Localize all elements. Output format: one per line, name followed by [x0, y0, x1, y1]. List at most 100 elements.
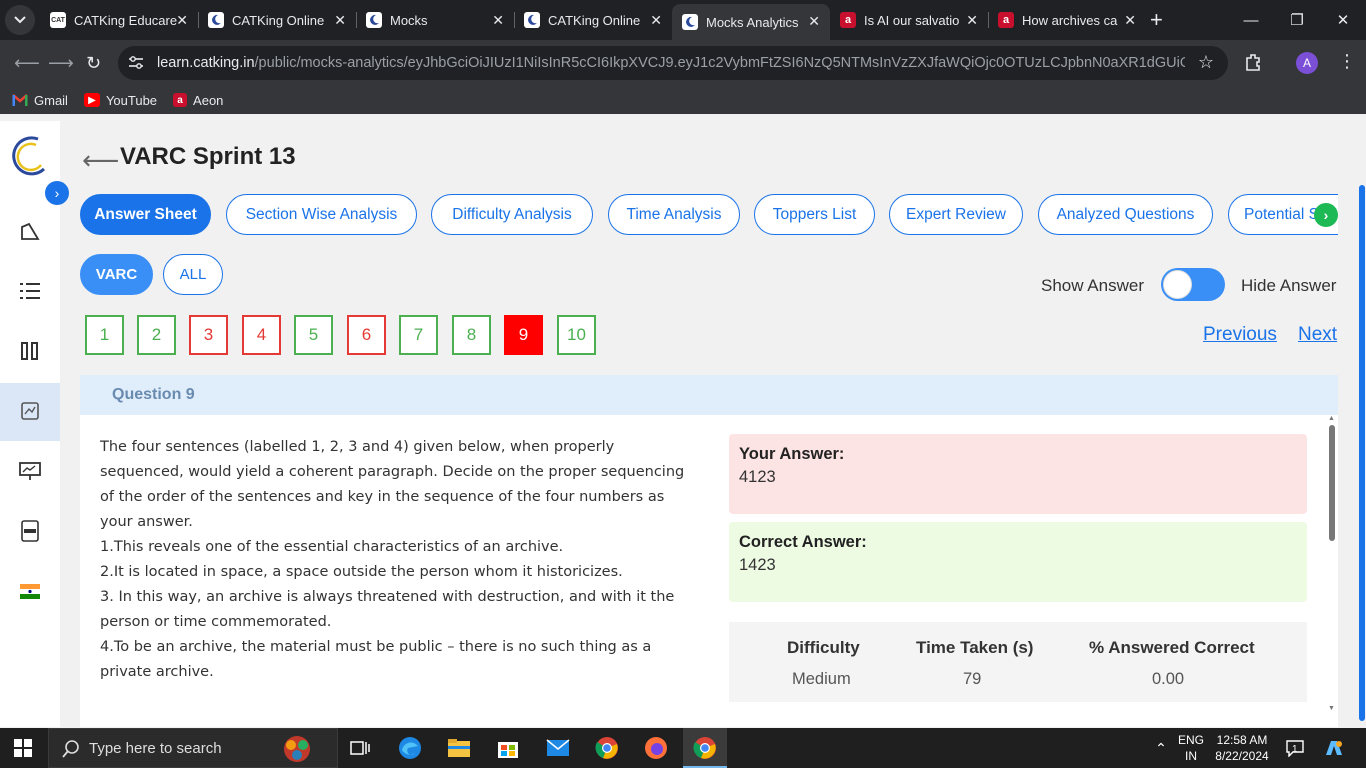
- columns-icon[interactable]: [16, 337, 44, 365]
- scroll-tabs-right-button[interactable]: ›: [1314, 203, 1338, 227]
- question-number-button[interactable]: 10: [557, 315, 596, 355]
- page-title: VARC Sprint 13: [120, 143, 296, 170]
- bookmark-youtube[interactable]: ▶ YouTube: [83, 93, 157, 108]
- chevron-up-icon[interactable]: ⌃: [1152, 728, 1170, 768]
- question-paragraph: The four sentences (labelled 1, 2, 3 and…: [100, 439, 685, 530]
- site-info-icon[interactable]: [127, 55, 145, 71]
- question-panel: The four sentences (labelled 1, 2, 3 and…: [80, 415, 1338, 727]
- tab-title: CATKing Online: [232, 12, 325, 28]
- tab-toppers-list[interactable]: Toppers List: [754, 194, 875, 235]
- page-scrollbar-thumb[interactable]: [1359, 185, 1365, 721]
- answer-toggle[interactable]: [1161, 268, 1225, 301]
- tab-analyzed-questions[interactable]: Analyzed Questions: [1038, 194, 1213, 235]
- browser-tab-active[interactable]: Mocks Analytics ✕: [672, 4, 830, 40]
- minimize-button[interactable]: —: [1228, 0, 1274, 40]
- windows-start-icon[interactable]: [14, 739, 32, 757]
- question-number-button[interactable]: 1: [85, 315, 124, 355]
- close-tab-icon[interactable]: ✕: [334, 12, 346, 29]
- panel-scrollbar-thumb[interactable]: [1329, 425, 1335, 541]
- correct-answer-value: 1423: [739, 556, 776, 574]
- bookmark-aeon[interactable]: a Aeon: [173, 93, 223, 108]
- page-content: › ⟵ VARC Sprint 13 Answer Sheet Section …: [0, 121, 1358, 727]
- clock[interactable]: 12:58 AM 8/22/2024: [1210, 728, 1274, 768]
- previous-link[interactable]: Previous: [1203, 324, 1277, 346]
- mail-icon[interactable]: [545, 736, 571, 760]
- firefox-icon[interactable]: [643, 736, 669, 760]
- tab-expert-review[interactable]: Expert Review: [889, 194, 1023, 235]
- file-explorer-icon[interactable]: [446, 736, 472, 760]
- close-tab-icon[interactable]: ✕: [808, 13, 820, 30]
- question-number-button[interactable]: 8: [452, 315, 491, 355]
- question-number-button[interactable]: 7: [399, 315, 438, 355]
- close-tab-icon[interactable]: ✕: [176, 12, 188, 29]
- address-bar[interactable]: learn.catking.in/public/mocks-analytics/…: [118, 46, 1228, 80]
- presentation-icon[interactable]: [16, 457, 44, 485]
- close-tab-icon[interactable]: ✕: [966, 12, 978, 29]
- expand-sidebar-button[interactable]: ›: [45, 181, 69, 205]
- aeon-icon: a: [173, 93, 188, 107]
- store-icon[interactable]: [495, 736, 521, 760]
- aeon-icon: a: [998, 12, 1014, 28]
- close-tab-icon[interactable]: ✕: [650, 12, 662, 29]
- book-icon[interactable]: [16, 217, 44, 245]
- section-all[interactable]: ALL: [163, 254, 223, 295]
- taskbar-search[interactable]: Type here to search: [48, 728, 338, 768]
- profile-avatar[interactable]: A: [1296, 52, 1318, 74]
- windows-taskbar: Type here to search ⌃ ENG IN 12:58 AM 8/22…: [0, 728, 1366, 768]
- language-indicator[interactable]: ENG IN: [1176, 728, 1206, 768]
- task-view-icon[interactable]: [347, 736, 373, 760]
- copilot-icon[interactable]: [1320, 728, 1348, 768]
- close-tab-icon[interactable]: ✕: [1124, 12, 1136, 29]
- tab-section-wise-analysis[interactable]: Section Wise Analysis: [226, 194, 417, 235]
- your-answer-value: 4123: [739, 468, 776, 486]
- restore-button[interactable]: ❐: [1274, 0, 1320, 40]
- question-number-button[interactable]: 6: [347, 315, 386, 355]
- question-number-button[interactable]: 2: [137, 315, 176, 355]
- list-icon[interactable]: [16, 277, 44, 305]
- stats-value-percent: 0.00: [1152, 670, 1185, 688]
- section-varc[interactable]: VARC: [80, 254, 153, 295]
- extensions-icon[interactable]: [1244, 52, 1264, 72]
- tab-answer-sheet[interactable]: Answer Sheet: [80, 194, 211, 235]
- back-arrow-icon[interactable]: ⟵: [82, 145, 119, 176]
- browser-tab[interactable]: a Is AI our salvatio ✕: [830, 0, 988, 40]
- tab-time-analysis[interactable]: Time Analysis: [608, 194, 740, 235]
- forward-arrow-icon[interactable]: ⟶: [48, 53, 74, 74]
- analytics-icon[interactable]: [16, 397, 44, 425]
- browser-tab[interactable]: CAT CATKing Educare ✕: [40, 0, 198, 40]
- question-number-button[interactable]: 3: [189, 315, 228, 355]
- tab-title: Mocks: [390, 12, 428, 28]
- chrome-active-icon[interactable]: [692, 736, 718, 760]
- bookmark-star-icon[interactable]: ☆: [1198, 52, 1214, 73]
- search-icon: [62, 740, 79, 758]
- your-answer-label: Your Answer:: [739, 445, 845, 463]
- edge-icon[interactable]: [397, 736, 423, 760]
- kebab-menu-icon[interactable]: ⋮: [1338, 52, 1356, 70]
- next-link[interactable]: Next: [1298, 324, 1337, 346]
- correct-answer-card: Correct Answer: 1423: [729, 522, 1307, 602]
- browser-tab[interactable]: CATKing Online ✕: [198, 0, 356, 40]
- page-scrollbar[interactable]: [1358, 121, 1366, 727]
- back-arrow-icon[interactable]: ⟵: [14, 53, 40, 74]
- ebook-icon[interactable]: [16, 517, 44, 545]
- correct-answer-label: Correct Answer:: [739, 533, 867, 551]
- question-number-button[interactable]: 4: [242, 315, 281, 355]
- panel-scrollbar[interactable]: ▲ ▼: [1327, 415, 1337, 715]
- close-window-button[interactable]: ✕: [1320, 0, 1366, 40]
- chrome-icon[interactable]: [594, 736, 620, 760]
- tab-title: CATKing Educare: [74, 12, 178, 28]
- hide-answer-label: Hide Answer: [1241, 276, 1337, 295]
- question-number-button-current[interactable]: 9: [504, 315, 543, 355]
- bookmark-gmail[interactable]: Gmail: [12, 93, 68, 108]
- india-flag-icon[interactable]: [16, 577, 44, 605]
- tab-difficulty-analysis[interactable]: Difficulty Analysis: [431, 194, 593, 235]
- question-number-button[interactable]: 5: [294, 315, 333, 355]
- new-tab-button[interactable]: +: [1150, 7, 1163, 33]
- reload-icon[interactable]: ↻: [86, 53, 101, 74]
- browser-tab[interactable]: Mocks ✕: [356, 0, 514, 40]
- tab-search-button[interactable]: [5, 5, 35, 35]
- close-tab-icon[interactable]: ✕: [492, 12, 504, 29]
- browser-tab[interactable]: CATKing Online ✕: [514, 0, 672, 40]
- notification-icon[interactable]: 1: [1282, 728, 1308, 768]
- browser-tab[interactable]: a How archives ca ✕: [988, 0, 1146, 40]
